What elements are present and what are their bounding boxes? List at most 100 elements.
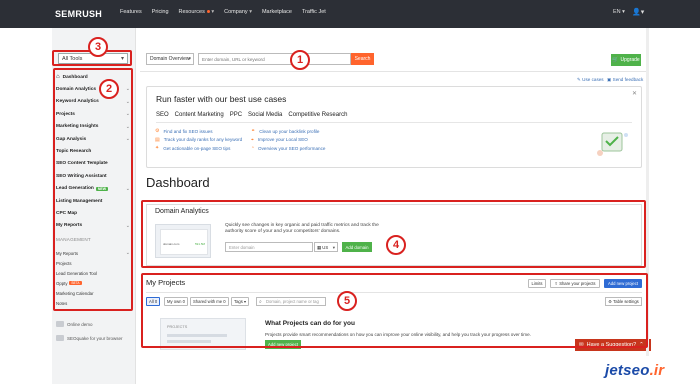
mgmt-item-projects[interactable]: Projects (56, 258, 132, 268)
search-icon: ⌕ (259, 299, 262, 305)
tab-seo[interactable]: SEO (156, 112, 169, 118)
nav-marketplace[interactable]: Marketplace (262, 9, 292, 15)
sidebar-item-listing-management[interactable]: Listing Management (56, 195, 132, 207)
nav-resources[interactable]: Resources (179, 9, 215, 15)
sidebar-item-lead-generation[interactable]: Lead Generation NEW ⌄ (56, 183, 132, 195)
nav-company[interactable]: Company (224, 9, 252, 15)
mgmt-item-oppty[interactable]: Oppty BETA (56, 278, 132, 288)
sidebar-item-topic-research[interactable]: Topic Research (56, 145, 132, 157)
chevron-icon: ⌃ (639, 342, 644, 348)
table-settings-button[interactable]: ⚙ Table settings (605, 297, 642, 306)
mgmt-item-lead-generation-tool[interactable]: Lead Generation Tool (56, 268, 132, 278)
sidebar-item-label: Topic Research (56, 149, 92, 155)
use-case-link[interactable]: ◔ Overview your SEO performance (251, 144, 325, 153)
nav-pricing[interactable]: Pricing (152, 9, 169, 15)
filter-label: Tags (234, 299, 243, 304)
mgmt-item-my-reports[interactable]: My Reports ⌄ (56, 248, 132, 258)
language-label: EN (613, 9, 621, 15)
database-select[interactable]: ▦ US (314, 242, 338, 252)
search-button[interactable]: Search (351, 53, 374, 65)
tab-ppc[interactable]: PPC (230, 112, 242, 118)
chevron-down-icon: ⌄ (125, 86, 130, 93)
add-new-project-button[interactable]: Add new project (604, 279, 642, 288)
use-case-link-label: Get actionable on-page SEO tips (163, 145, 231, 151)
sidebar-seoquake[interactable]: SEOquake for your browser (56, 333, 132, 343)
filter-tags[interactable]: Tags ▾ (231, 297, 250, 306)
annotation-badge-4: 4 (386, 235, 406, 255)
chat-icon: ▣ (607, 77, 612, 82)
mgmt-item-notes[interactable]: Notes (56, 298, 132, 308)
divider (146, 292, 642, 293)
sidebar-item-projects[interactable]: Projects ⌄ (56, 108, 132, 120)
sidebar-item-gap-analysis[interactable]: Gap Analysis ⌄ (56, 133, 132, 145)
filter-shared-with-me[interactable]: Shared with me 0 (190, 297, 229, 306)
add-new-project-button-secondary[interactable]: Add new project (265, 340, 301, 349)
sidebar-item-keyword-analytics[interactable]: Keyword Analytics ⌄ (56, 96, 132, 108)
sidebar-item-cpc-map[interactable]: CPC Map (56, 207, 132, 219)
search-scope-select[interactable]: Domain Overview (146, 53, 194, 65)
chat-icon: ✉ (579, 342, 584, 348)
logo-text: SEMRUSH (55, 8, 103, 19)
illustration-bar (167, 340, 211, 343)
use-case-link[interactable]: ▤ Track your daily ranks for any keyword (155, 136, 242, 145)
tab-social-media[interactable]: Social Media (248, 112, 282, 118)
sidebar-item-dashboard[interactable]: ⌂ Dashboard (56, 71, 132, 83)
send-feedback-label: Send feedback (612, 77, 644, 82)
project-search-input[interactable]: ⌕ Domain, project name or tag (256, 297, 326, 306)
bulb-icon: ✦ (155, 145, 160, 152)
table-settings-label: Table settings (613, 299, 639, 304)
nav-features[interactable]: Features (120, 9, 142, 15)
mgmt-item-label: Oppty (56, 280, 68, 286)
chevron-down-icon: ⌄ (125, 111, 130, 118)
seoquake-label: SEOquake for your browser (67, 335, 123, 341)
sidebar-item-seo-writing-assistant[interactable]: SEO Writing Assistant (56, 170, 132, 182)
upgrade-button[interactable]: 🛒 Upgrade (611, 54, 641, 66)
sidebar-online-demo[interactable]: Online demo (56, 319, 132, 329)
share-projects-label: Share your projects (559, 281, 596, 286)
use-cases-link[interactable]: ✎ Use cases (577, 77, 604, 83)
use-case-link[interactable]: ✦ Get actionable on-page SEO tips (155, 144, 242, 153)
fix-icon: ⚙ (155, 128, 160, 135)
sidebar-item-domain-analytics[interactable]: Domain Analytics ⌄ (56, 83, 132, 95)
logo[interactable]: SEMRUSH (52, 7, 102, 20)
scrollbar[interactable] (646, 28, 649, 356)
use-case-link-label: Track your daily ranks for any keyword (163, 137, 243, 143)
domain-input[interactable]: Enter domain (225, 242, 313, 252)
sidebar-item-my-reports[interactable]: My Reports ⌄ (56, 220, 132, 232)
use-case-link[interactable]: ⚙ Find and fix SEO issues (155, 127, 242, 136)
mgmt-item-marketing-calendar[interactable]: Marketing Calendar (56, 288, 132, 298)
domain-analytics-thumbnail: domain.com 591.5M (155, 224, 211, 258)
tab-content-marketing[interactable]: Content Marketing (175, 112, 224, 118)
thumbnail-domain: domain.com (163, 242, 180, 246)
watermark: jetseo.ir (605, 362, 664, 379)
close-icon[interactable]: ✕ (632, 90, 637, 97)
use-case-link[interactable]: ⌖ Improve your Local SEO (251, 136, 325, 145)
tab-competitive-research[interactable]: Competitive Research (288, 112, 347, 118)
add-domain-button[interactable]: Add domain (342, 242, 372, 252)
share-projects-button[interactable]: ⇪ Share your projects (550, 279, 600, 288)
sidebar-item-label: My Reports (56, 223, 83, 229)
project-search-placeholder: Domain, project name or tag (266, 299, 319, 304)
search-input[interactable] (198, 53, 351, 65)
language-select[interactable]: EN ▾ (613, 9, 625, 15)
sidebar-item-marketing-insights[interactable]: Marketing Insights ⌄ (56, 121, 132, 133)
database-label: US (322, 245, 329, 250)
use-case-link-label: Find and fix SEO issues (163, 128, 213, 134)
filter-label: All (149, 299, 154, 304)
limits-button[interactable]: Limits (528, 279, 546, 288)
suggestion-button[interactable]: ✉ Have a Suggestion? ⌃ (575, 339, 651, 351)
sidebar-item-label: CPC Map (56, 210, 78, 216)
filter-all[interactable]: All 0 (146, 297, 161, 306)
nav-traffic-jet[interactable]: Traffic Jet (302, 9, 326, 15)
mgmt-item-label: Projects (56, 260, 72, 266)
user-icon[interactable]: 👤▾ (632, 8, 644, 16)
projects-empty-description: Projects provide smart recommendations o… (265, 332, 531, 337)
management-heading: MANAGEMENT (56, 237, 91, 242)
sidebar-item-label: Gap Analysis (56, 136, 87, 142)
filter-my-own[interactable]: My own 0 (164, 297, 188, 306)
sidebar-item-label: SEO Content Template (56, 161, 108, 167)
sidebar-item-seo-content-template[interactable]: SEO Content Template (56, 158, 132, 170)
mgmt-item-label: Lead Generation Tool (56, 270, 98, 276)
use-case-link[interactable]: ⚭ Clean up your backlink profile (251, 127, 325, 136)
send-feedback-link[interactable]: ▣ Send feedback (607, 77, 643, 83)
